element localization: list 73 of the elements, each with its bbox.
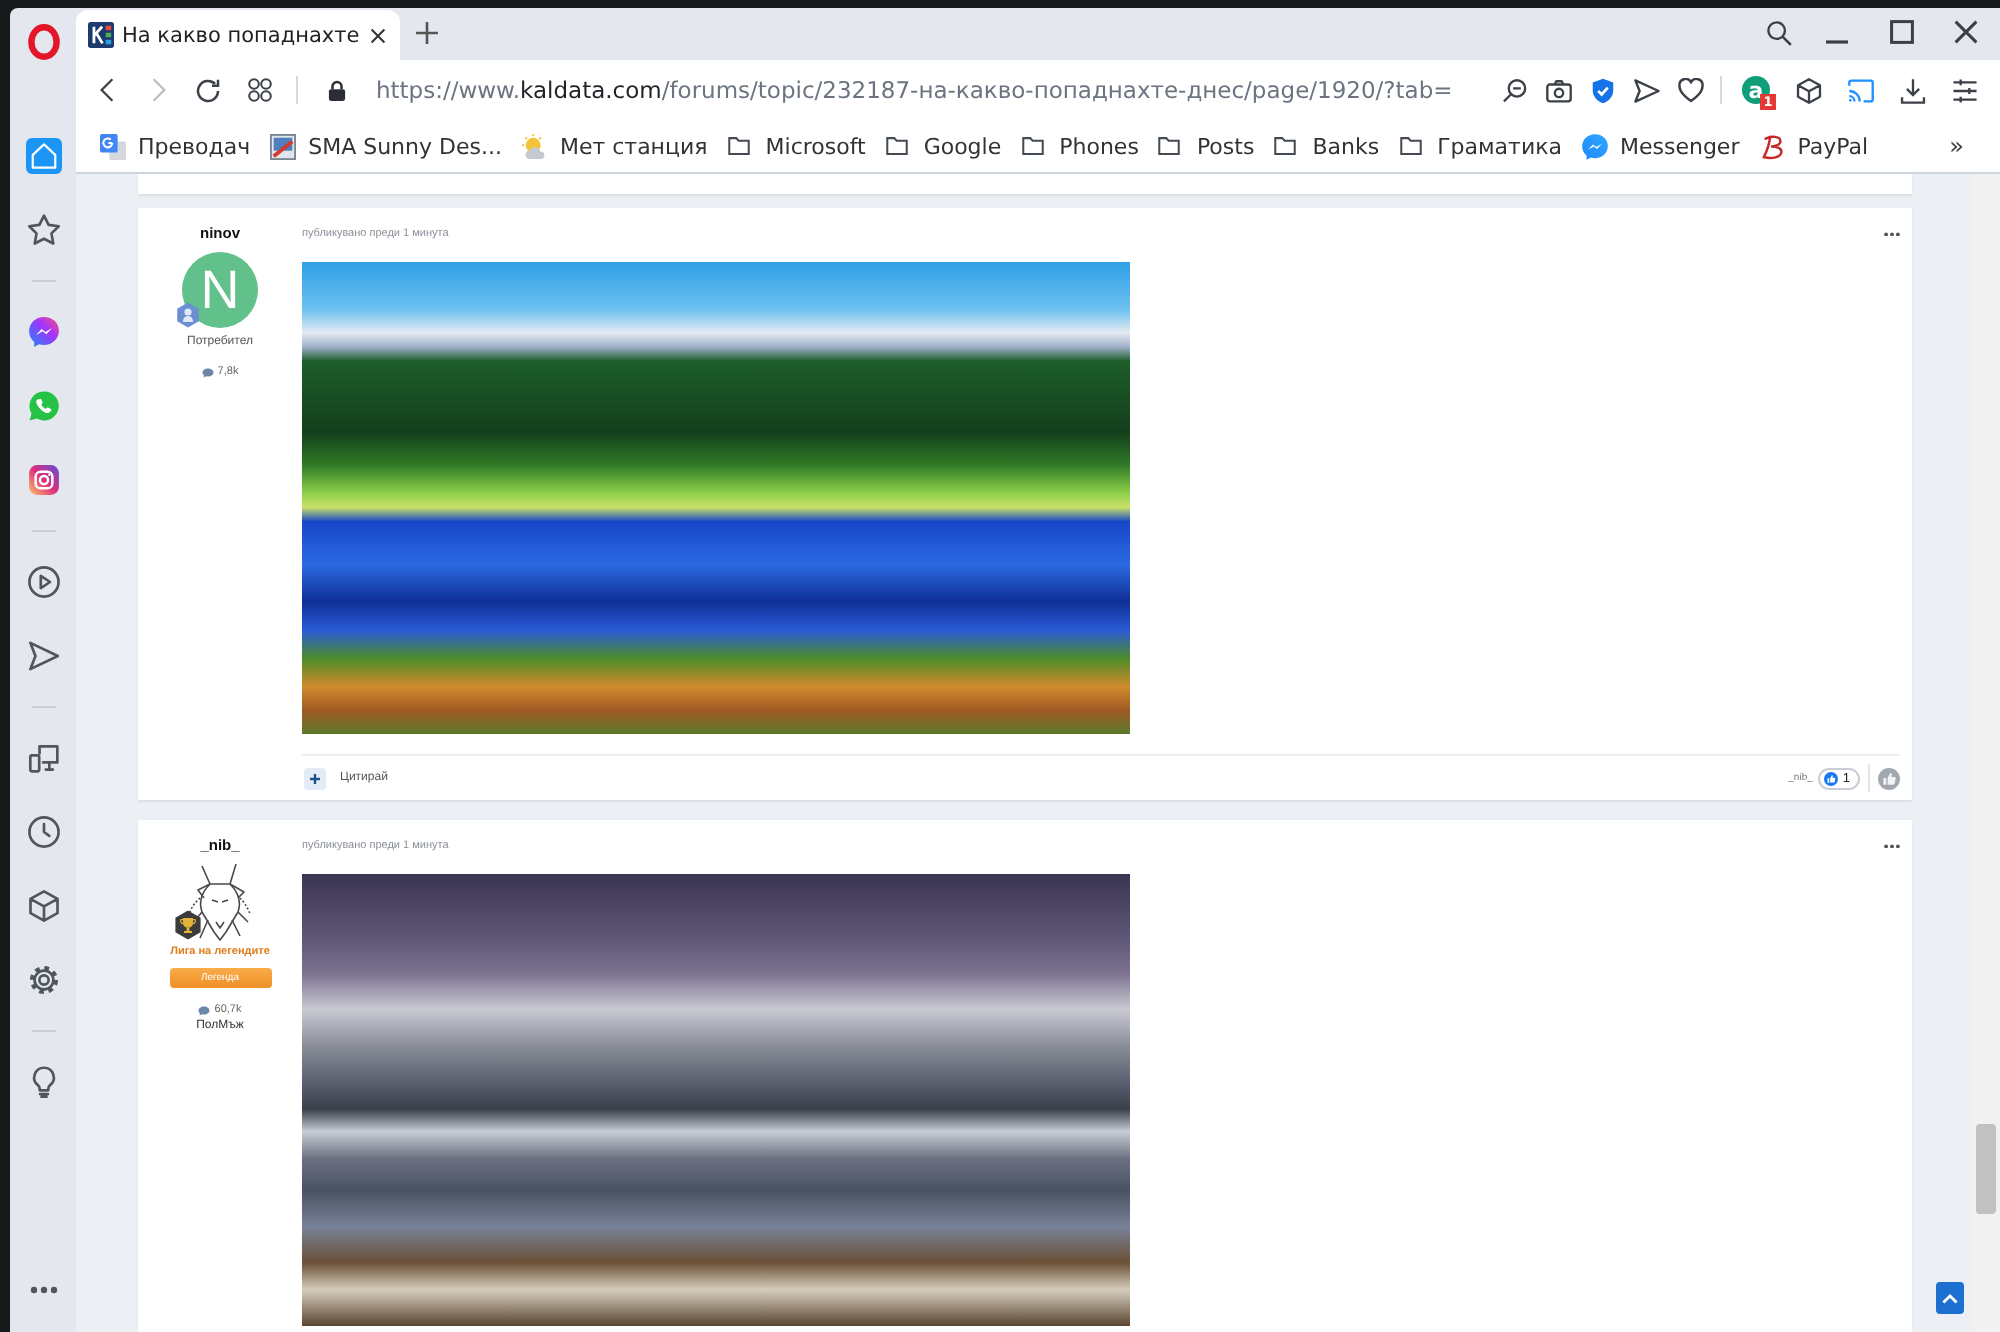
trophy-badge-icon [174,909,202,939]
home-icon[interactable] [25,138,61,174]
hexagon-badge-icon [176,301,200,327]
bulb-icon[interactable] [27,1066,59,1098]
sun-cloud-icon [521,133,548,159]
zoom-out-icon[interactable] [1501,77,1527,103]
bookmark[interactable]: Phones [1021,133,1139,159]
devices-icon[interactable] [27,742,59,774]
bookmark[interactable]: Banks [1274,133,1380,159]
more-icon[interactable] [1884,231,1900,237]
bookmark[interactable]: Google [885,133,1002,159]
reload-icon[interactable] [196,77,220,103]
clock-icon[interactable] [27,816,59,848]
folder-icon [1158,136,1181,156]
logo-icon[interactable] [27,24,59,60]
comment-icon [198,1006,211,1016]
camera-icon[interactable] [1545,77,1571,103]
circles-grid-icon[interactable] [248,78,272,102]
cube-icon[interactable] [27,890,59,922]
scrollbar[interactable] [1972,174,2000,1332]
folder-icon [1274,136,1297,156]
bookmark[interactable]: Posts [1158,133,1255,159]
cast-icon[interactable] [1847,77,1873,103]
bookmark[interactable]: Граматика [1399,133,1562,159]
folder-icon [1399,136,1422,156]
folder-icon [727,136,750,156]
close-icon[interactable] [1954,20,1978,44]
sliders-icon[interactable] [1951,77,1977,103]
chat-bubble-icon [1581,133,1608,159]
comment-icon [201,368,214,378]
bookmark[interactable]: Преводач [100,133,251,159]
camera-icon[interactable] [27,464,59,496]
wolf-head-icon[interactable] [184,862,256,942]
bookmark[interactable]: Мет станция [521,133,708,159]
chat-bubble-icon[interactable] [27,316,59,348]
bookmark[interactable]: SMA Sunny Des... [270,133,502,159]
thumbs-up-icon [1824,771,1839,785]
send-icon[interactable] [27,640,59,672]
settings-icon[interactable] [27,964,59,996]
bookmark[interactable]: Messenger [1581,133,1740,159]
more-bookmarks-button[interactable]: » [1949,132,1964,160]
folder-icon [1021,136,1044,156]
more-icon[interactable] [1884,843,1900,849]
cube-icon[interactable] [1795,77,1821,103]
star-icon[interactable] [27,214,59,246]
add-quote-button[interactable] [304,767,326,789]
address-field[interactable]: https://www.kaldata.com/forums/topic/232187-на-какво-попаднахте-днес/page/1920/?tab= [376,76,1453,104]
lock-icon[interactable] [328,79,346,101]
back-icon[interactable] [100,78,114,102]
thumbs-up-icon[interactable] [1878,767,1900,789]
browser-tab[interactable]: На какво попаднахте [76,10,400,60]
download-icon[interactable] [1899,77,1925,103]
bookmark[interactable]: Microsoft [727,133,866,159]
plus-icon [310,773,320,783]
heart-icon[interactable] [1677,77,1703,103]
translate-icon [100,133,126,159]
script-logo-icon [1759,133,1786,159]
bookmark[interactable]: PayPal [1759,133,1869,159]
close-icon[interactable] [370,27,386,43]
more-icon[interactable] [29,1286,57,1294]
minimize-icon[interactable] [1826,39,1848,43]
shield-icon[interactable] [1589,77,1615,103]
plus-icon[interactable] [416,21,438,43]
scrollbar-thumb[interactable] [1976,1124,1996,1214]
scroll-top-button[interactable] [1936,1282,1964,1314]
folder-icon [885,136,908,156]
favicon-icon [88,22,114,48]
chevron-up-icon [1942,1293,1958,1303]
image-icon [270,133,297,159]
maximize-icon[interactable] [1890,20,1914,44]
send-icon[interactable] [1633,77,1659,103]
search-icon[interactable] [1766,19,1792,45]
play-icon[interactable] [27,566,59,598]
